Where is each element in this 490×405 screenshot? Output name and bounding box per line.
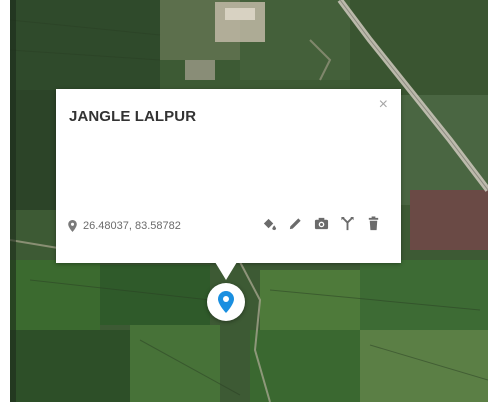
pencil-icon[interactable]	[288, 216, 303, 231]
action-toolbar	[262, 216, 381, 231]
satellite-map[interactable]: JANGLE LALPUR × 26.48037, 83.58782	[10, 0, 488, 402]
paint-bucket-icon[interactable]	[262, 216, 277, 231]
card-pointer	[215, 262, 237, 280]
close-icon[interactable]: ×	[379, 97, 388, 113]
camera-icon[interactable]	[314, 216, 329, 231]
coordinates-text: 26.48037, 83.58782	[83, 220, 181, 232]
coordinates-row: 26.48037, 83.58782	[68, 220, 181, 232]
map-pin-icon	[218, 291, 234, 313]
location-marker[interactable]	[207, 283, 245, 321]
place-info-card: JANGLE LALPUR × 26.48037, 83.58782	[56, 89, 401, 263]
directions-icon[interactable]	[340, 216, 355, 231]
location-pin-icon	[68, 220, 77, 232]
place-title: JANGLE LALPUR	[69, 108, 197, 125]
trash-icon[interactable]	[366, 216, 381, 231]
